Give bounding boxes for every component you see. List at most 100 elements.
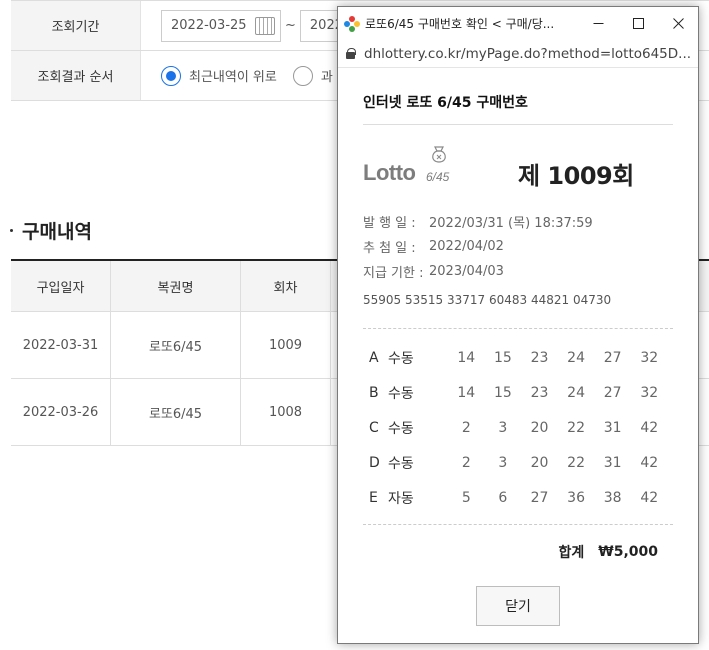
row-round: 1008 — [241, 379, 331, 445]
issue-date-line: 발 행 일 : 2022/03/31 (목) 18:37:59 — [363, 209, 698, 234]
game-number: 27 — [530, 489, 549, 506]
game-number: 3 — [498, 454, 508, 471]
game-number: 20 — [530, 454, 549, 471]
game-number: 23 — [530, 349, 549, 366]
issue-date-label: 발 행 일 : — [363, 216, 416, 231]
game-row-b: B 수동 14 15 23 24 27 32 — [363, 375, 673, 410]
close-icon[interactable] — [658, 7, 698, 40]
lock-icon[interactable] — [346, 48, 356, 59]
games-container: A 수동 14 15 23 24 27 32 B 수동 14 15 23 24 … — [338, 328, 698, 626]
game-number: 27 — [603, 384, 622, 401]
game-row-a: A 수동 14 15 23 24 27 32 — [363, 340, 673, 375]
logo-wordmark: Lotto — [363, 160, 416, 185]
ticket-serial-number: 55905 53515 33717 60483 44821 04730 — [363, 293, 612, 307]
radio-oldest-first[interactable] — [292, 65, 313, 86]
address-bar[interactable]: dhlottery.co.kr/myPage.do?method=lotto64… — [338, 40, 698, 68]
start-date-input[interactable]: 2022-03-25 — [161, 9, 281, 42]
game-mode: 자동 — [388, 490, 414, 507]
game-number: 20 — [530, 419, 549, 436]
lotto-bag-icon — [432, 146, 446, 163]
game-number: 42 — [640, 454, 659, 471]
start-date-text: 2022-03-25 — [171, 18, 247, 33]
game-number: 42 — [640, 489, 659, 506]
game-letter: C — [369, 419, 379, 436]
window-title: 로또6/45 구매번호 확인 < 구매/당... — [365, 17, 555, 31]
game-number: 15 — [493, 384, 512, 401]
game-number: 36 — [567, 489, 585, 506]
col-header-name: 복권명 — [111, 261, 241, 311]
game-number: 32 — [640, 384, 659, 401]
game-letter: B — [369, 384, 379, 401]
game-mode: 수동 — [388, 385, 414, 402]
ticket-header: Lotto 6/45 제 1009회 — [338, 125, 698, 191]
game-number: 2 — [461, 454, 471, 471]
game-letter: E — [369, 489, 378, 506]
game-mode: 수동 — [388, 455, 414, 472]
radio-recent-first-label[interactable]: 최근내역이 위로 — [189, 66, 277, 85]
close-button[interactable]: 닫기 — [476, 586, 560, 626]
game-row-c: C 수동 2 3 20 22 31 42 — [363, 410, 673, 445]
col-header-date: 구입일자 — [11, 261, 111, 311]
period-label: 조회기간 — [11, 1, 141, 50]
payout-deadline-line: 지급 기한 : 2023/04/03 — [363, 259, 698, 284]
payout-deadline-label: 지급 기한 : — [363, 266, 424, 281]
calendar-icon[interactable] — [255, 16, 275, 35]
draw-date-line: 추 첨 일 : 2022/04/02 — [363, 234, 698, 259]
game-number: 22 — [567, 419, 585, 436]
row-lottery-name: 로또6/45 — [111, 312, 241, 378]
game-number: 5 — [461, 489, 471, 506]
game-mode: 수동 — [388, 420, 414, 437]
game-number: 14 — [457, 384, 476, 401]
radio-oldest-first-label[interactable]: 과 — [321, 66, 333, 85]
game-number: 14 — [457, 349, 476, 366]
game-number: 31 — [603, 419, 622, 436]
game-number: 6 — [498, 489, 508, 506]
game-number: 38 — [603, 489, 622, 506]
game-number: 42 — [640, 419, 659, 436]
game-number: 15 — [493, 349, 512, 366]
game-number: 3 — [498, 419, 508, 436]
popup-heading: 인터넷 로또 6/45 구매번호 — [363, 68, 673, 125]
game-number: 24 — [567, 384, 585, 401]
draw-date-label: 추 첨 일 : — [363, 241, 416, 256]
ticket-popup-window: 로또6/45 구매번호 확인 < 구매/당... dhlottery.co.kr… — [337, 6, 699, 644]
logo-subtitle: 6/45 — [426, 170, 450, 184]
game-number: 32 — [640, 349, 659, 366]
game-list: A 수동 14 15 23 24 27 32 B 수동 14 15 23 24 … — [363, 329, 673, 524]
col-header-round: 회차 — [241, 261, 331, 311]
purchase-history-title: 구매내역 — [10, 217, 92, 244]
game-number: 2 — [461, 419, 471, 436]
game-number: 27 — [603, 349, 622, 366]
purchase-history-title-text: 구매내역 — [22, 221, 92, 243]
payout-deadline-value: 2023/04/03 — [429, 264, 504, 279]
minimize-icon[interactable] — [578, 7, 618, 40]
date-separator: ~ — [285, 18, 296, 33]
game-row-d: D 수동 2 3 20 22 31 42 — [363, 445, 673, 480]
maximize-icon[interactable] — [618, 7, 658, 40]
row-date: 2022-03-31 — [11, 312, 111, 378]
total-label: 합계 — [558, 545, 585, 561]
ticket-info: 발 행 일 : 2022/03/31 (목) 18:37:59 추 첨 일 : … — [338, 209, 698, 310]
row-lottery-name: 로또6/45 — [111, 379, 241, 445]
game-mode: 수동 — [388, 350, 414, 367]
row-date: 2022-03-26 — [11, 379, 111, 445]
game-number: 23 — [530, 384, 549, 401]
radio-recent-first[interactable] — [161, 65, 181, 86]
total-amount: 합계 ₩5,000 — [363, 525, 673, 579]
popup-content: 인터넷 로또 6/45 구매번호 — [338, 68, 698, 125]
row-round: 1009 — [241, 312, 331, 378]
game-number: 31 — [603, 454, 622, 471]
window-controls — [578, 7, 698, 40]
total-value: ₩5,000 — [598, 544, 658, 560]
order-label: 조회결과 순서 — [11, 51, 141, 100]
title-bullet — [10, 229, 13, 232]
draw-date-value: 2022/04/02 — [429, 239, 504, 254]
game-number: 24 — [567, 349, 585, 366]
url-text[interactable]: dhlottery.co.kr/myPage.do?method=lotto64… — [364, 46, 694, 62]
lotto-logo: Lotto 6/45 — [363, 145, 458, 187]
game-letter: A — [369, 349, 379, 366]
game-number: 22 — [567, 454, 585, 471]
window-titlebar[interactable]: 로또6/45 구매번호 확인 < 구매/당... — [338, 7, 698, 40]
game-row-e: E 자동 5 6 27 36 38 42 — [363, 480, 673, 515]
game-letter: D — [369, 454, 380, 471]
